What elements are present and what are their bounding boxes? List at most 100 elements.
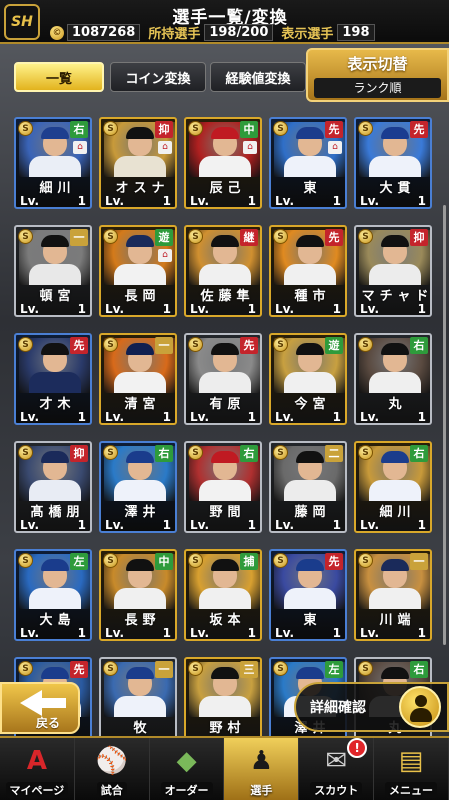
level-prefix: Lv. [20,518,40,532]
player-level: Lv. 1 [105,626,175,639]
scrollbar[interactable] [443,205,446,645]
player-card[interactable]: S 先 ⌂ 東 Lv. 1 [269,117,347,209]
player-card[interactable]: S 先東 Lv. 1 [269,549,347,641]
position-badge: 左 [70,553,88,570]
position-badge: 遊 [155,229,173,246]
player-level: Lv. 1 [190,410,260,423]
player-level: Lv. 1 [190,194,260,207]
level-value: 1 [417,518,426,532]
level-value: 1 [247,518,256,532]
nav-item[interactable]: ✉ スカウト! [299,738,375,800]
status-bar: © 1087268 所持選手 198/200 表示選手 198 [50,24,446,42]
lock-icon: ⌂ [328,141,342,154]
position-badge: 捕 [240,553,258,570]
player-card[interactable]: S 先有原 Lv. 1 [184,333,262,425]
player-card[interactable]: S 一清宮 Lv. 1 [99,333,177,425]
player-name: 才木 [39,397,76,412]
player-card[interactable]: S 右 ⌂ 細川 Lv. 1 [14,117,92,209]
nav-item[interactable]: ⚾ 試合 [75,738,150,800]
player-card[interactable]: S 捕坂本 Lv. 1 [184,549,262,641]
player-name: 髙橋朋 [30,505,85,520]
player-name: 辰己 [209,181,246,196]
position-badge: 一 [155,661,173,678]
back-button[interactable]: 戻る [0,682,80,734]
player-name: 野村 [209,721,246,736]
player-card[interactable]: S 左大島 Lv. 1 [14,549,92,641]
coin-icon: S [188,445,203,460]
player-card[interactable]: S 中長野 Lv. 1 [99,549,177,641]
position-badge: 継 [240,229,258,246]
level-prefix: Lv. [360,518,380,532]
header-bar: SH 選手一覧/変換 © 1087268 所持選手 198/200 表示選手 1… [0,0,449,44]
player-name: 佐藤隼 [200,289,255,304]
display-toggle-button[interactable]: 表示切替 ランク順 [306,48,449,102]
player-card[interactable]: S 継佐藤隼 Lv. 1 [184,225,262,317]
position-badge: 先 [410,121,428,138]
player-card[interactable]: S 右野間 Lv. 1 [184,441,262,533]
player-card[interactable]: S 先才木 Lv. 1 [14,333,92,425]
position-badge: 遊 [325,337,343,354]
level-value: 1 [247,302,256,316]
tab-coin-convert[interactable]: コイン変換 [110,62,206,92]
player-card[interactable]: S 抑 ⌂ オスナ Lv. 1 [99,117,177,209]
position-badge: 中 [155,553,173,570]
position-badge: 一 [410,553,428,570]
player-card[interactable]: S 右澤井 Lv. 1 [99,441,177,533]
player-level: Lv. 1 [360,302,430,315]
position-badge: 抑 [410,229,428,246]
level-prefix: Lv. [360,410,380,424]
player-card[interactable]: S 右丸 Lv. 1 [354,333,432,425]
player-level: Lv. 1 [105,302,175,315]
position-badge: 先 [325,553,343,570]
coin-icon: © [50,25,64,40]
level-prefix: Lv. [190,626,210,640]
tab-list[interactable]: 一覧 [14,62,104,92]
player-level: Lv. 1 [360,518,430,532]
coin-icon: S [188,121,203,136]
player-level: Lv. 1 [360,410,430,424]
mypage-icon: A [26,746,47,776]
nav-item[interactable]: A マイページ [0,738,75,800]
coin-icon: S [18,553,33,568]
player-card[interactable]: S 遊今宮 Lv. 1 [269,333,347,425]
player-card[interactable]: S 中 ⌂ 辰己 Lv. 1 [184,117,262,209]
coin-icon: S [358,553,373,568]
player-card[interactable]: S 遊 ⌂ 長岡 Lv. 1 [99,225,177,317]
level-value: 1 [162,410,171,424]
person-icon [399,686,441,728]
position-badge: 右 [155,445,173,462]
position-badge: 抑 [155,121,173,138]
coin-icon: S [358,229,373,244]
coin-icon: S [103,121,118,136]
player-level: Lv. 1 [105,194,175,207]
player-level: Lv. 1 [190,302,260,316]
player-card[interactable]: S 右細川 Lv. 1 [354,441,432,533]
player-card[interactable]: S 抑マチャド Lv. 1 [354,225,432,317]
tab-exp-convert[interactable]: 経験値変換 [210,62,306,92]
nav-item[interactable]: ▤ メニュー [374,738,449,800]
player-name: 東 [303,181,322,196]
detail-check-button[interactable]: 詳細確認 [294,682,449,732]
player-name: 細川 [39,181,76,196]
player-name: 種市 [294,289,331,304]
level-prefix: Lv. [275,302,295,316]
level-value: 1 [77,194,86,208]
player-card[interactable]: S 一川端 Lv. 1 [354,549,432,641]
nav-label: マイページ [5,782,69,798]
player-card[interactable]: S 抑髙橋朋 Lv. 1 [14,441,92,533]
lock-icon: ⌂ [243,141,257,154]
player-card[interactable]: S 二藤岡 Lv. 1 [269,441,347,533]
player-card[interactable]: S 先大貫 Lv. 1 [354,117,432,209]
back-label: 戻る [36,716,61,730]
player-card[interactable]: S 一頓宮 Lv. 1 [14,225,92,317]
player-name: 坂本 [209,613,246,628]
player-card[interactable]: S 先種市 Lv. 1 [269,225,347,317]
position-badge: 左 [325,661,343,678]
nav-item[interactable]: ◆ オーダー [150,738,225,800]
position-badge: 一 [155,337,173,354]
menu-icon: ▤ [398,746,424,776]
owned-players-count: 198/200 [204,24,274,41]
level-prefix: Lv. [20,302,40,316]
nav-item[interactable]: ♟ 選手 [224,738,300,800]
player-name: 丸 [388,397,407,412]
